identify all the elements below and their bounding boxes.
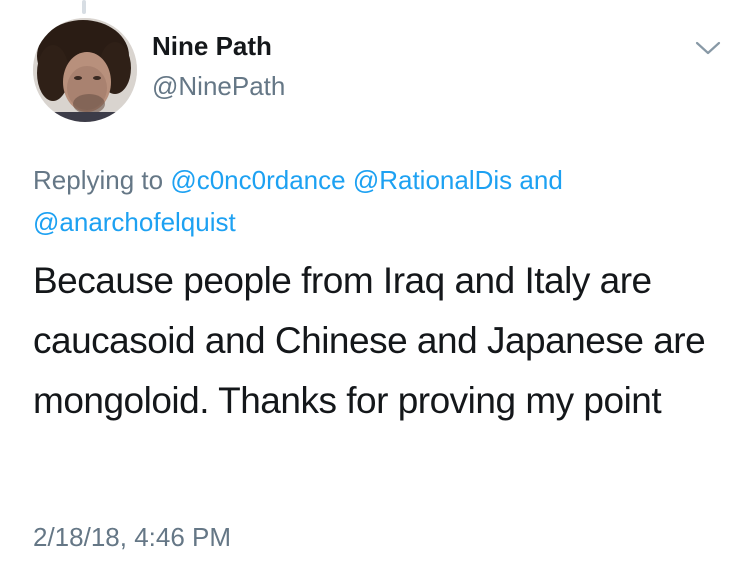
- thread-connector-line: [82, 0, 86, 14]
- author-display-name[interactable]: Nine Path: [152, 31, 272, 62]
- mention-link[interactable]: @RationalDis: [353, 165, 512, 195]
- replying-to-label: Replying to: [33, 165, 164, 195]
- mention-conjunction[interactable]: and: [519, 165, 562, 195]
- replying-to-line: Replying to @c0nc0rdance @RationalDis an…: [33, 159, 723, 243]
- chevron-down-icon[interactable]: [694, 38, 722, 58]
- avatar[interactable]: [33, 18, 137, 122]
- tweet-text: Because people from Iraq and Italy are c…: [33, 260, 706, 421]
- mention-link[interactable]: @c0nc0rdance: [170, 165, 345, 195]
- profile-photo: [33, 18, 137, 122]
- mention-link[interactable]: @anarchofelquist: [33, 207, 236, 237]
- tweet-timestamp[interactable]: 2/18/18, 4:46 PM: [33, 522, 231, 553]
- author-handle[interactable]: @NinePath: [152, 71, 285, 102]
